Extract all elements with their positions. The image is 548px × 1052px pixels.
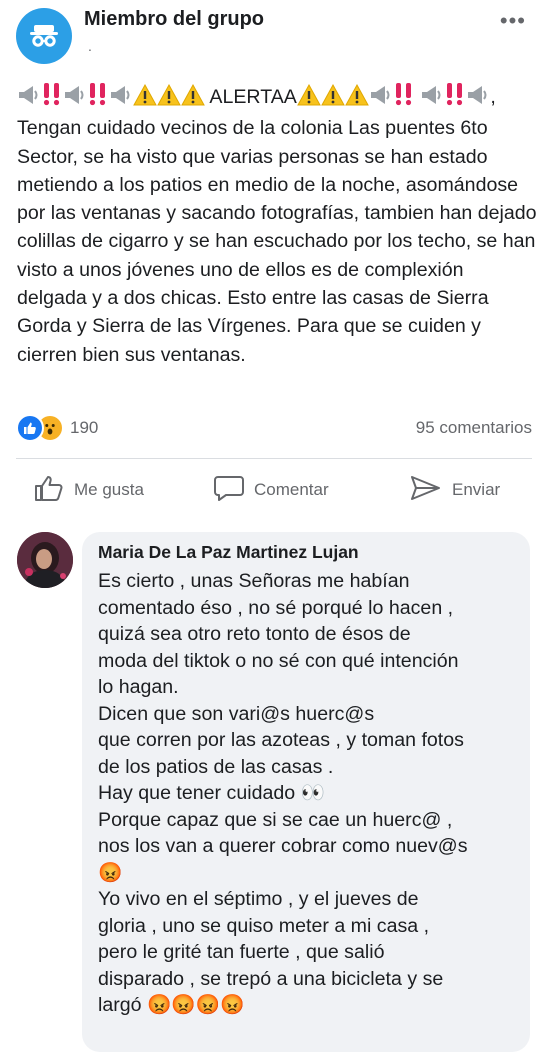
comment-author[interactable]: Maria De La Paz Martinez Lujan	[98, 542, 359, 563]
warning-icon	[345, 83, 369, 114]
comment-line: gloria , uno se quiso meter a mi casa ,	[98, 914, 430, 937]
double-exclamation-icon	[87, 82, 109, 114]
comment-bubble-icon	[214, 474, 254, 507]
loudspeaker-icon	[466, 84, 490, 114]
like-label: Me gusta	[74, 480, 144, 499]
comment-line: comentado éso , no sé porqué lo hacen ,	[98, 596, 454, 619]
comment-line: quizá sea otro reto tonto de ésos de	[98, 623, 411, 645]
post-text: ALERTAA , Tengan cuidado vecinos de la c…	[17, 82, 537, 369]
comment-line: Es cierto , unas Señoras me habían	[98, 570, 410, 592]
thumb-up-icon	[34, 474, 74, 507]
comment-label: Comentar	[254, 480, 329, 499]
comment-line: nos los van a querer cobrar como nuev@s	[98, 835, 468, 857]
comment-line: Dicen que son vari@s huerc@s	[98, 702, 375, 725]
like-reaction-icon	[16, 414, 44, 442]
comment-line: largó 😡😡😡😡	[98, 994, 245, 1016]
loudspeaker-icon	[109, 84, 133, 114]
reaction-count: 190	[70, 418, 99, 437]
send-arrow-icon	[410, 474, 452, 507]
warning-icon	[297, 83, 321, 114]
comment-text: Es cierto , unas Señoras me habían comen…	[98, 568, 528, 1019]
post-subtitle: .	[88, 38, 92, 54]
double-exclamation-icon	[41, 82, 63, 114]
post-header: Miembro del grupo . •••	[0, 0, 548, 80]
comment-line: Yo vivo en el séptimo , y el jueves de	[98, 888, 419, 910]
comment-line: moda del tiktok o no sé con qué intenció…	[98, 649, 459, 672]
like-button[interactable]: Me gusta	[34, 468, 144, 512]
warning-icon	[181, 83, 205, 114]
comment-line: de los patios de las casas .	[98, 755, 334, 778]
warning-icon	[321, 83, 345, 114]
comment-line: pero le grité tan fuerte , que salió	[98, 941, 385, 963]
loudspeaker-icon	[369, 84, 393, 114]
post-author[interactable]: Miembro del grupo	[84, 8, 264, 31]
comment-bubble: Maria De La Paz Martinez Lujan Es cierto…	[82, 532, 530, 1052]
reactions-summary[interactable]: 190	[16, 414, 98, 442]
comment-line: 😡	[98, 861, 123, 884]
comment-line: lo hagan.	[98, 676, 179, 698]
double-exclamation-icon	[393, 82, 415, 114]
anonymous-member-icon[interactable]	[16, 8, 72, 64]
share-label: Enviar	[452, 480, 501, 499]
comment-line: disparado , se trepó a una bicicleta y s…	[98, 967, 444, 990]
divider	[16, 458, 532, 459]
avatar[interactable]	[17, 532, 73, 588]
more-options-icon[interactable]: •••	[500, 8, 526, 34]
warning-icon	[133, 83, 157, 114]
comment-button[interactable]: Comentar	[214, 468, 329, 512]
loudspeaker-icon	[420, 84, 444, 114]
comment-line: Hay que tener cuidado 👀	[98, 782, 326, 804]
comments-count[interactable]: 95 comentarios	[416, 418, 532, 438]
post-actions: Me gusta Comentar Enviar	[16, 468, 532, 512]
post-stats: 190 95 comentarios	[16, 414, 532, 442]
loudspeaker-icon	[17, 84, 41, 114]
warning-icon	[157, 83, 181, 114]
post-body: , Tengan cuidado vecinos de la colonia L…	[17, 86, 537, 366]
alert-word: ALERTAA	[209, 86, 297, 108]
comment-line: Porque capaz que si se cae un huerc@ ,	[98, 808, 453, 831]
comment-line: que corren por las azoteas , y toman fot…	[98, 729, 464, 751]
loudspeaker-icon	[63, 84, 87, 114]
double-exclamation-icon	[444, 82, 466, 114]
share-button[interactable]: Enviar	[410, 468, 500, 512]
